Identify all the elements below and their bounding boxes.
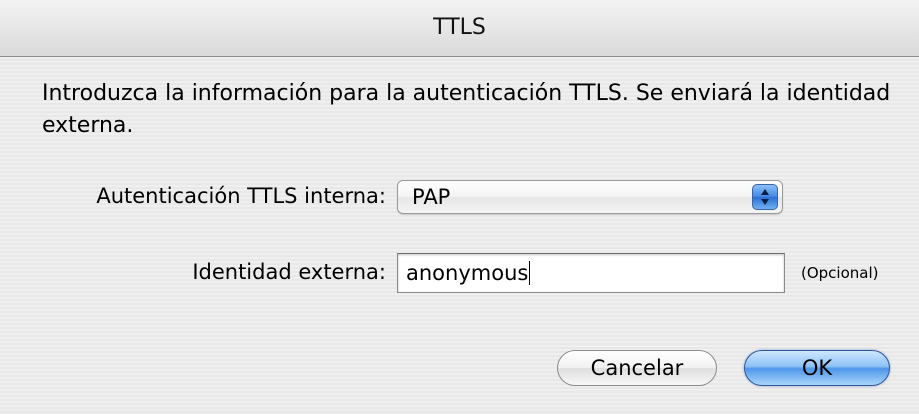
inner-auth-label: Autenticación TTLS interna: [96, 184, 386, 208]
dialog-message: Introduzca la información para la autent… [42, 81, 891, 138]
title-bar: TTLS [0, 0, 919, 57]
text-caret [529, 261, 531, 285]
outer-identity-label: Identidad externa: [192, 260, 386, 284]
inner-auth-popup[interactable]: PAP [397, 180, 783, 214]
outer-identity-value: anonymous [406, 254, 531, 292]
cancel-button[interactable]: Cancelar [557, 350, 717, 386]
inner-auth-selected: PAP [412, 185, 451, 209]
optional-hint: (Opcional) [801, 264, 879, 282]
ttls-dialog: TTLS Introduzca la información para la a… [0, 0, 919, 414]
outer-identity-field[interactable]: anonymous [397, 253, 785, 293]
ok-button[interactable]: OK [744, 350, 890, 386]
window-title: TTLS [433, 15, 486, 40]
outer-identity-text: anonymous [406, 261, 529, 285]
up-down-arrows-icon [752, 184, 778, 210]
